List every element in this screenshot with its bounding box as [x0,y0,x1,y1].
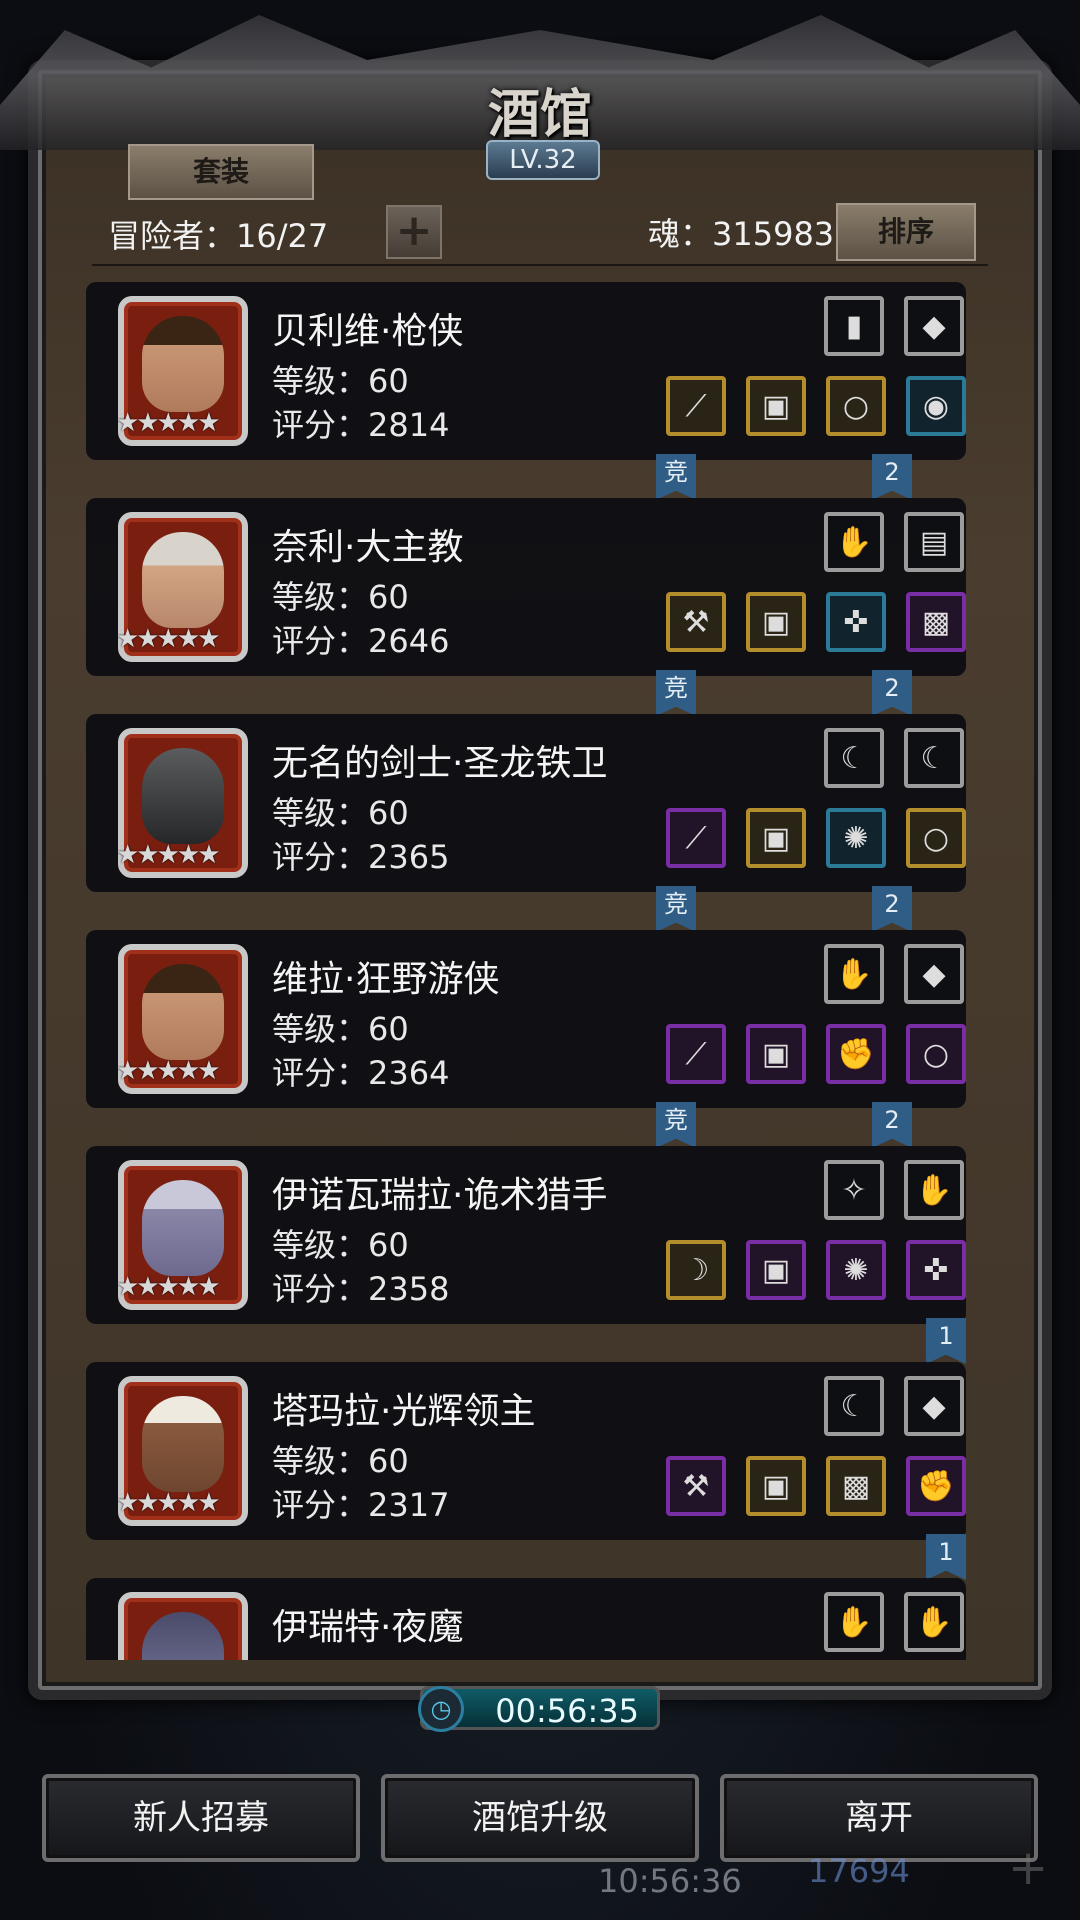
hero-card[interactable]: ★★★★★ 伊诺瓦瑞拉·诡术猎手 等级：60 评分：2358 ✧ ✋ ☽ ▣ ✺… [86,1146,966,1324]
hero-name: 奈利·大主教 [272,527,464,568]
hero-card[interactable]: ★★★★★ 维拉·狂野游侠 等级：60 评分：2364 ✋ ◆ ⟋ ▣ ✊ ○ [86,930,966,1108]
tavern-upgrade-button[interactable]: 酒馆升级 [381,1774,699,1862]
gauntlet-icon[interactable]: ✊ [826,1024,886,1084]
hero-card[interactable]: ★★★★★ 无名的剑士·圣龙铁卫 等级：60 评分：2365 ☾ ☾ ⟋ ▣ ✺… [86,714,966,892]
hero-name: 无名的剑士·圣龙铁卫 [272,743,608,784]
ring-icon[interactable]: ○ [906,808,966,868]
armor-icon[interactable]: ▣ [746,1240,806,1300]
blade-icon[interactable]: ⟋ [666,808,726,868]
sort-button[interactable]: 排序 [836,203,976,261]
sigil-icon[interactable]: ✧ [824,1160,884,1220]
ring-icon[interactable]: ○ [826,376,886,436]
hero-level: 等级：60 [272,794,409,832]
armor-icon[interactable]: ▣ [746,1456,806,1516]
hero-level: 等级：60 [272,1226,409,1264]
hammer-icon[interactable]: ⚒ [666,592,726,652]
team-ribbon: 1 [926,1318,966,1364]
page-title: 酒馆 [487,84,592,145]
adventurer-count: 冒险者：16/27 [108,217,329,255]
amulet-icon[interactable]: ✜ [906,1240,966,1300]
glove-icon[interactable]: ✋ [904,1592,964,1652]
hero-list[interactable]: ★★★★★ 贝利维·枪侠 等级：60 评分：2814 ▮ ◆ ⟋ ▣ ○ ◉ 竞… [86,280,986,1660]
necklace-icon[interactable]: ✺ [826,808,886,868]
glove-icon[interactable]: ✋ [904,1160,964,1220]
team-ribbon: 2 [872,1102,912,1148]
hero-card[interactable]: ★★★★★ 塔玛拉·光辉领主 等级：60 评分：2317 ☾ ◆ ⚒ ▣ ▩ ✊ [86,1362,966,1540]
armor-icon[interactable]: ▣ [746,1024,806,1084]
fur-icon[interactable]: ☾ [824,1376,884,1436]
hero-name: 贝利维·枪侠 [272,311,464,352]
rifle-icon[interactable]: ⟋ [666,1024,726,1084]
leave-button[interactable]: 离开 [720,1774,1038,1862]
hero-stars: ★★★★★ [116,1056,221,1086]
hero-name: 塔玛拉·光辉领主 [272,1391,536,1432]
hero-portrait [118,1592,248,1660]
background-clock: 10:56:36 [598,1862,742,1900]
hero-name: 伊诺瓦瑞拉·诡术猎手 [272,1175,608,1216]
hero-name: 维拉·狂野游侠 [272,959,500,1000]
gold-ring-icon[interactable]: ◉ [906,376,966,436]
hero-stars: ★★★★★ [116,624,221,654]
book-icon[interactable]: ▮ [824,296,884,356]
soul-amount: 魂：315983 [648,215,835,253]
hero-level: 等级：60 [272,362,409,400]
team-ribbon: 2 [872,886,912,932]
armor-icon[interactable]: ▣ [746,376,806,436]
hero-card[interactable]: ★★★★★ 贝利维·枪侠 等级：60 评分：2814 ▮ ◆ ⟋ ▣ ○ ◉ [86,282,966,460]
hero-stars: ★★★★★ [116,408,221,438]
armor-icon[interactable]: ▣ [746,592,806,652]
crystal-icon[interactable]: ◆ [904,296,964,356]
crystal-icon[interactable]: ◆ [904,944,964,1004]
team-ribbon: 2 [872,670,912,716]
hero-level: 等级：60 [272,1010,409,1048]
hero-score: 评分：2814 [272,406,450,444]
team-ribbon: 2 [872,454,912,500]
background-gem-count: 17694 [808,1852,910,1890]
team-ribbon: 1 [926,1534,966,1580]
scroll-icon[interactable]: ▤ [904,512,964,572]
hero-level: 等级：60 [272,578,409,616]
glove-icon[interactable]: ✋ [824,1592,884,1652]
hero-stars: ★★★★★ [116,1488,221,1518]
suit-tab-button[interactable]: 套装 [128,144,314,200]
armor-icon[interactable]: ▣ [746,808,806,868]
glove-icon[interactable]: ✋ [824,944,884,1004]
add-slot-button[interactable]: + [386,205,442,259]
background-plus-icon: + [1008,1840,1049,1896]
sword-icon[interactable]: ⟋ [666,376,726,436]
recruit-button[interactable]: 新人招募 [42,1774,360,1862]
ring-icon[interactable]: ○ [906,1024,966,1084]
charm-icon[interactable]: ▩ [826,1456,886,1516]
hero-card[interactable]: ★★★★★ 奈利·大主教 等级：60 评分：2646 ✋ ▤ ⚒ ▣ ✜ ▩ [86,498,966,676]
header-row: 冒险者：16/27 + 魂：315983 排序 [108,203,988,261]
tavern-level-badge: LV.32 [486,140,600,180]
glove-icon[interactable]: ✋ [824,512,884,572]
fur-icon[interactable]: ☾ [824,728,884,788]
hero-stars: ★★★★★ [116,840,221,870]
clock-icon: ◷ [418,1686,464,1732]
arena-ribbon: 竞 [656,1102,696,1148]
hero-score: 评分：2365 [272,838,450,876]
arena-ribbon: 竞 [656,670,696,716]
charm-icon[interactable]: ▩ [906,592,966,652]
header-divider [92,264,988,266]
hero-stars: ★★★★★ [116,1272,221,1302]
amulet-icon[interactable]: ✜ [826,592,886,652]
crystal-icon[interactable]: ◆ [904,1376,964,1436]
axe-icon[interactable]: ⚒ [666,1456,726,1516]
necklace-icon[interactable]: ✺ [826,1240,886,1300]
hero-score: 评分：2646 [272,622,450,660]
hero-card[interactable]: 伊瑞特·夜魔 ✋ ✋ [86,1578,966,1660]
hero-score: 评分：2317 [272,1486,450,1524]
gauntlet-icon[interactable]: ✊ [906,1456,966,1516]
arena-ribbon: 竞 [656,886,696,932]
hero-name: 伊瑞特·夜魔 [272,1607,464,1648]
arena-ribbon: 竞 [656,454,696,500]
hero-score: 评分：2364 [272,1054,450,1092]
fur-icon[interactable]: ☾ [904,728,964,788]
hero-level: 等级：60 [272,1442,409,1480]
dagger-icon[interactable]: ☽ [666,1240,726,1300]
hero-score: 评分：2358 [272,1270,450,1308]
